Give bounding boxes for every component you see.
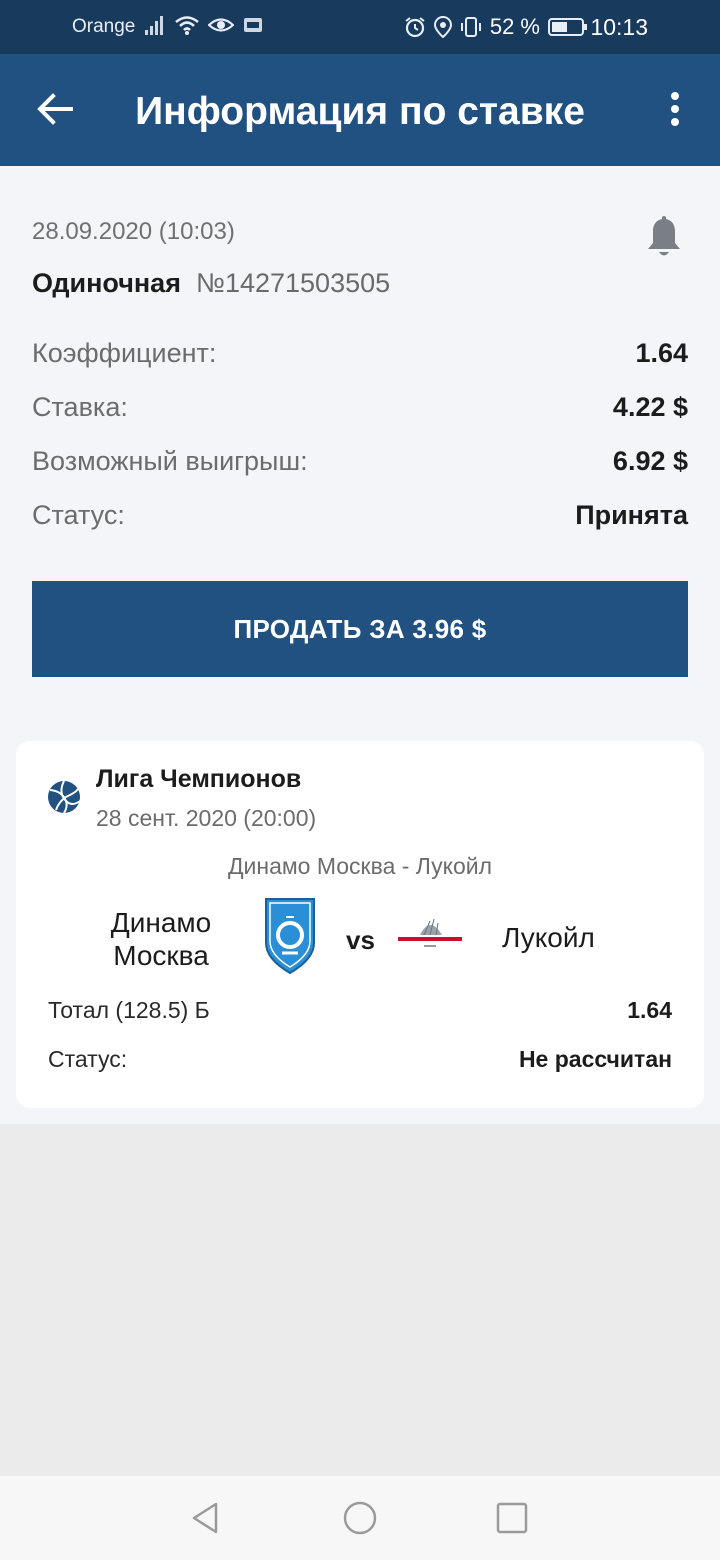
row-label: Коэффициент: [32,338,217,368]
event-date: 28 сент. 2020 (20:00) [96,805,317,831]
status-row: Статус: Принята [32,500,688,540]
app-bar: Информация по ставке [0,54,720,166]
event-status-value: Не рассчитан [518,1046,672,1072]
bet-date: 28.09.2020 (10:03) [32,218,235,245]
row-label: Ставка: [32,392,128,422]
sell-button[interactable]: ПРОДАТЬ ЗА 3.96 $ [32,581,688,677]
location-icon [433,16,452,38]
carrier-name: Orange [72,16,136,37]
stake-row: Ставка: 4.22 $ [32,392,688,432]
event-status-label: Статус: [48,1046,128,1072]
battery-percent: 52 % [489,14,540,39]
status-right-icons: 52 % [404,14,588,40]
row-label: Статус: [32,500,125,530]
possible-win-row: Возможный выигрыш: 6.92 $ [32,446,688,486]
bet-type: Одиночная [32,268,181,298]
team2-name: Лукойл [502,922,595,953]
battery-icon [548,18,587,36]
row-value: 4.22 $ [612,392,688,422]
status-left-icons [144,14,264,36]
bet-number: №14271503505 [196,268,391,298]
signal-icon [145,16,163,35]
bell-icon[interactable] [646,216,682,260]
volleyball-icon [48,780,81,814]
versus-label: vs [346,925,375,955]
odds-row: Коэффициент: 1.64 [32,338,688,378]
nav-home-icon[interactable] [340,1498,380,1538]
event-card: Лига Чемпионов 28 сент. 2020 (20:00) Дин… [16,741,704,1108]
wifi-icon [175,16,199,35]
pick-name: Тотал (128.5) Б [48,997,210,1023]
row-value: 6.92 $ [612,446,688,476]
status-bar: Orange 52 % 10:13 [0,0,720,54]
league-name: Лига Чемпионов [96,765,302,793]
eye-icon [208,18,234,32]
row-value: Принята [575,500,688,530]
vibrate-icon [460,17,481,37]
page-title: Информация по ставке [135,90,585,133]
team1-name: Динамо Москва [110,907,212,971]
row-label: Возможный выигрыш: [32,446,308,476]
nav-back-icon[interactable] [186,1498,226,1538]
alarm-icon [405,17,425,38]
neftochimic-logo-icon [396,918,464,947]
more-vertical-icon [671,92,679,126]
dynamo-logo-icon [265,898,315,975]
system-nav-bar [0,1476,720,1560]
hd-icon [244,18,262,32]
more-options-button[interactable] [660,84,690,134]
match-name: Динамо Москва - Лукойл [227,853,493,879]
nav-recents-icon[interactable] [492,1498,532,1538]
pick-odds: 1.64 [627,997,672,1023]
row-value: 1.64 [635,338,688,368]
clock: 10:13 [590,14,648,40]
bet-details: 28.09.2020 (10:03) Одиночная №1427150350… [0,166,720,1124]
